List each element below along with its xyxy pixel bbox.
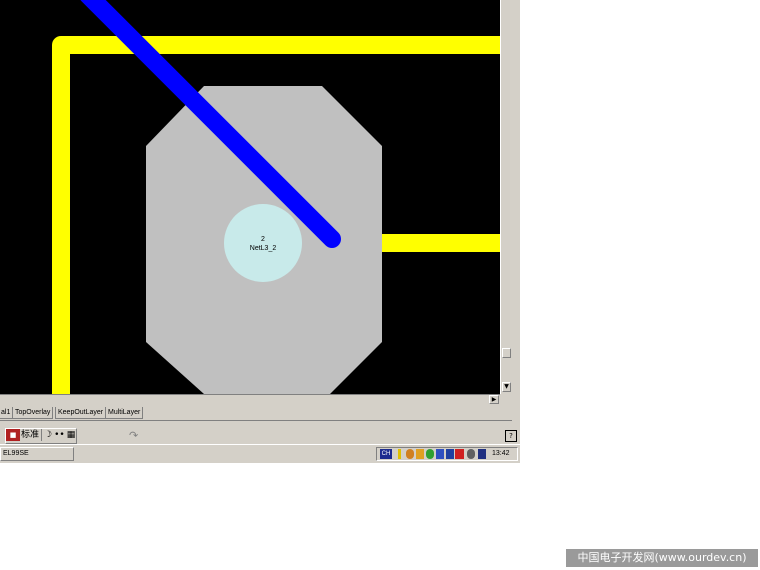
tray-clock[interactable]: 13:42	[492, 448, 510, 460]
help-icon[interactable]: ?	[505, 430, 517, 442]
watermark: 中国电子开发网(www.ourdev.cn)	[566, 549, 758, 567]
layer-tabs: al1 TopOverlay KeepOutLayer MultiLayer	[0, 405, 512, 421]
pad-net-name: NetL3_2	[250, 245, 277, 252]
tray-pen-icon[interactable]	[398, 449, 401, 459]
pcb-canvas[interactable]: 2 NetL3_2	[0, 0, 500, 394]
pcb-drawing[interactable]: 2 NetL3_2	[0, 0, 500, 394]
tray-people-icon[interactable]	[406, 449, 414, 459]
tab-top-overlay[interactable]: TopOverlay	[12, 407, 54, 419]
ime-logo-icon[interactable]: ■	[6, 429, 20, 441]
curve-arrow-icon[interactable]: ↷	[129, 429, 138, 442]
tray-language-icon[interactable]: CH	[380, 449, 392, 459]
vertical-scroll-thumb[interactable]	[502, 348, 511, 358]
tray-green-icon[interactable]	[426, 449, 434, 459]
ime-keyboard-icon[interactable]: ▦	[66, 429, 77, 441]
tray-network-icon[interactable]	[436, 449, 444, 459]
tray-settings-icon[interactable]	[467, 449, 475, 459]
pad-hole	[224, 204, 302, 282]
tray-antivirus-icon[interactable]	[455, 449, 464, 459]
system-tray: CH 13:42	[376, 447, 518, 461]
tab-keepout-layer[interactable]: KeepOutLayer	[55, 407, 107, 419]
ime-status-bar[interactable]: ■ 标准 ☽ •• ▦	[5, 428, 78, 444]
taskbar-window-button[interactable]: EL99SE	[0, 447, 74, 461]
tray-folder-icon[interactable]	[416, 449, 424, 459]
taskbar: EL99SE CH 13:42	[0, 444, 520, 463]
ime-separator	[41, 429, 43, 441]
ime-toolbar-row: ■ 标准 ☽ •• ▦ ↷ ?	[0, 425, 520, 444]
vertical-scrollbar[interactable]: ▼	[500, 0, 512, 394]
tray-speaker-icon[interactable]	[478, 449, 486, 459]
ime-moon-icon[interactable]: ☽	[43, 429, 53, 441]
tab-multi-layer[interactable]: MultiLayer	[105, 407, 144, 419]
ime-punctuation-icon[interactable]: ••	[53, 429, 66, 441]
ime-mode-label[interactable]: 标准	[20, 429, 40, 441]
scroll-right-arrow-icon[interactable]: ▶	[489, 395, 499, 404]
scroll-down-arrow-icon[interactable]: ▼	[502, 382, 511, 392]
pcb-editor-window: 2 NetL3_2 ▼ ▶ al1 TopOverlay KeepOutLaye…	[0, 0, 520, 463]
pad-number: 2	[261, 236, 265, 243]
tray-monitor-icon[interactable]	[446, 449, 454, 459]
horizontal-scrollbar[interactable]: ▶	[0, 394, 500, 405]
